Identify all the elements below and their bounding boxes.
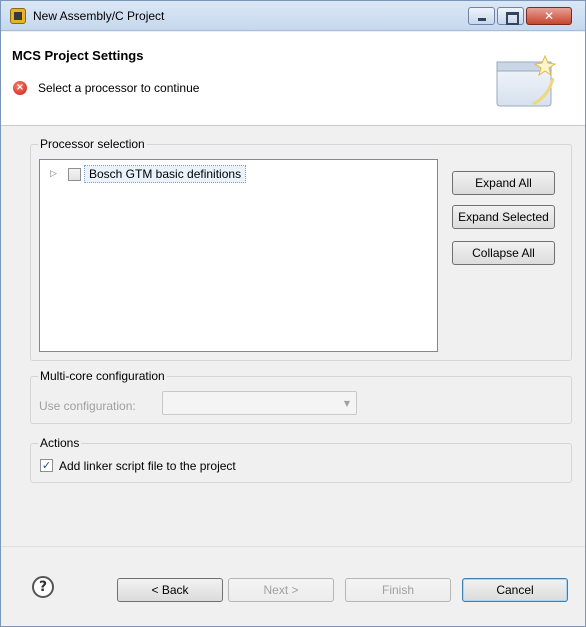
add-linker-script-checkbox[interactable]: ✓: [40, 459, 53, 472]
expand-all-button[interactable]: Expand All: [452, 171, 555, 195]
expand-selected-button[interactable]: Expand Selected: [452, 205, 555, 229]
processor-selection-label: Processor selection: [38, 137, 147, 151]
footer-divider: [1, 546, 585, 547]
actions-label: Actions: [38, 436, 82, 450]
window-title: New Assembly/C Project: [33, 9, 165, 23]
use-configuration-label: Use configuration:: [39, 399, 136, 413]
add-linker-script-label[interactable]: Add linker script file to the project: [59, 459, 236, 473]
wizard-banner-icon: [496, 54, 557, 107]
close-button[interactable]: [526, 7, 572, 25]
tree-item-checkbox[interactable]: [68, 167, 81, 181]
maximize-button[interactable]: [497, 7, 524, 25]
finish-button[interactable]: Finish: [345, 578, 451, 602]
minimize-button[interactable]: [468, 7, 495, 25]
collapse-all-button[interactable]: Collapse All: [452, 241, 555, 265]
cancel-button[interactable]: Cancel: [462, 578, 568, 602]
page-title: MCS Project Settings: [12, 48, 144, 63]
tree-item[interactable]: ▷ Bosch GTM basic definitions: [50, 164, 247, 184]
tree-item-label[interactable]: Bosch GTM basic definitions: [84, 165, 247, 183]
chevron-down-icon: ▼: [343, 399, 350, 408]
wizard-header: MCS Project Settings × Select a processo…: [1, 32, 585, 126]
next-button[interactable]: Next >: [228, 578, 334, 602]
help-icon[interactable]: ?: [32, 576, 54, 598]
configuration-select[interactable]: ▼: [162, 391, 357, 415]
processor-tree[interactable]: ▷ Bosch GTM basic definitions: [39, 159, 438, 352]
dialog-window: New Assembly/C Project MCS Project Setti…: [0, 0, 586, 627]
title-bar[interactable]: New Assembly/C Project: [1, 1, 585, 31]
app-icon: [10, 8, 26, 24]
error-icon: ×: [13, 81, 27, 95]
status-message: Select a processor to continue: [38, 81, 200, 95]
back-button[interactable]: < Back: [117, 578, 223, 602]
multicore-label: Multi-core configuration: [38, 369, 167, 383]
expand-arrow-icon[interactable]: ▷: [50, 169, 60, 179]
